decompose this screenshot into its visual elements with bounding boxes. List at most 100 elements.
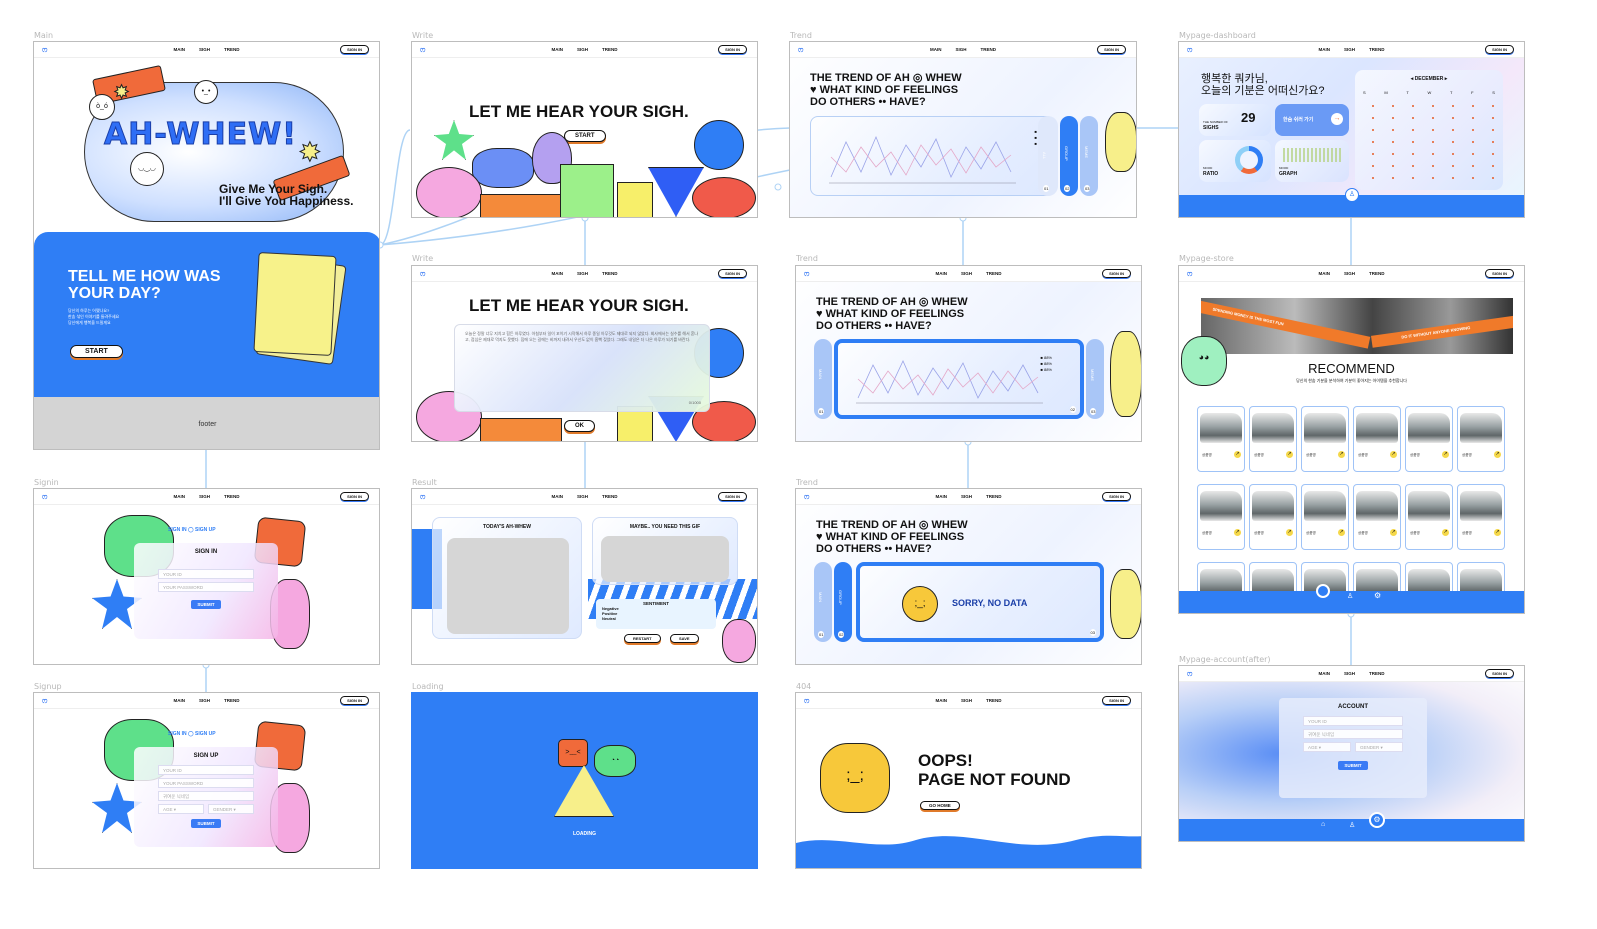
submit-button[interactable]: SUBMIT <box>191 819 221 828</box>
go-sigh-button[interactable]: 한숨 쉬러 가기 → <box>1275 104 1349 136</box>
start-button[interactable]: START <box>564 130 606 142</box>
sign-in-button[interactable]: SIGN IN <box>1097 45 1126 54</box>
nav-main[interactable]: MAIN <box>551 494 563 499</box>
tab-sign-in[interactable]: SIGN IN <box>168 731 187 737</box>
logo-icon[interactable]: ෆ <box>420 269 425 279</box>
sigh-textarea[interactable]: 오늘은 정말 너무 지치고 힘든 하루였다. 아침부터 일이 꼬이기 시작해서 … <box>454 324 710 412</box>
nickname-input[interactable]: 귀여운 닉네임 <box>158 791 254 801</box>
product-card[interactable]: 상품명 ↗ <box>1405 484 1453 550</box>
user-icon[interactable]: ♙ <box>1347 592 1353 600</box>
arrow-icon[interactable]: ↗ <box>1442 529 1449 536</box>
restart-button[interactable]: RESTART <box>624 634 661 643</box>
nav-trend[interactable]: TREND <box>1369 671 1385 676</box>
age-select[interactable]: AGE ▾ <box>158 804 204 814</box>
nav-main[interactable]: MAIN <box>935 698 947 703</box>
arrow-icon[interactable]: ↗ <box>1494 529 1501 536</box>
arrow-icon[interactable]: ↗ <box>1442 451 1449 458</box>
nav-sigh[interactable]: SIGH <box>1344 271 1355 276</box>
user-icon[interactable]: ♙ <box>1349 821 1355 829</box>
logo-icon[interactable]: ෆ <box>804 492 809 502</box>
sign-in-button[interactable]: SIGN IN <box>1485 45 1514 54</box>
nav-sigh[interactable]: SIGH <box>199 47 210 52</box>
logo-icon[interactable]: ෆ <box>804 269 809 279</box>
arrow-icon[interactable]: ↗ <box>1286 529 1293 536</box>
product-card[interactable]: 상품명 ↗ <box>1197 406 1245 472</box>
sign-in-button[interactable]: SIGN IN <box>1102 696 1131 705</box>
password-input[interactable]: YOUR PASSWORD <box>158 778 254 788</box>
sign-in-button[interactable]: SIGN IN <box>1102 492 1131 501</box>
nav-main[interactable]: MAIN <box>1318 671 1330 676</box>
calendar-grid[interactable] <box>1363 100 1495 180</box>
nav-sigh[interactable]: SIGH <box>961 494 972 499</box>
nav-trend[interactable]: TREND <box>986 271 1002 276</box>
sign-in-button[interactable]: SIGN IN <box>718 492 747 501</box>
gear-icon[interactable]: ⚙ <box>1374 591 1381 600</box>
logo-icon[interactable]: ෆ <box>42 696 47 706</box>
nickname-input[interactable]: 귀여운 닉네임 <box>1303 729 1403 739</box>
logo-icon[interactable]: ෆ <box>42 492 47 502</box>
logo-icon[interactable]: ෆ <box>1187 669 1192 679</box>
logo-icon[interactable]: ෆ <box>420 492 425 502</box>
nav-trend[interactable]: TREND <box>224 47 240 52</box>
logo-icon[interactable]: ෆ <box>798 45 803 55</box>
logo-icon[interactable]: ෆ <box>1187 45 1192 55</box>
nav-main[interactable]: MAIN <box>173 494 185 499</box>
nav-main[interactable]: MAIN <box>935 494 947 499</box>
sign-in-button[interactable]: SIGN IN <box>1485 669 1514 678</box>
arrow-icon[interactable]: ↗ <box>1494 451 1501 458</box>
nav-main[interactable]: MAIN <box>930 47 942 52</box>
tab-sign-up[interactable]: SIGN UP <box>195 527 216 533</box>
go-home-button[interactable]: GO HOME <box>920 801 960 810</box>
product-card[interactable]: 상품명 ↗ <box>1249 406 1297 472</box>
arrow-icon[interactable]: ↗ <box>1234 451 1241 458</box>
product-card[interactable]: 상품명 ↗ <box>1405 406 1453 472</box>
arrow-icon[interactable]: ↗ <box>1390 451 1397 458</box>
product-card[interactable]: 상품명 ↗ <box>1301 406 1349 472</box>
nav-sigh[interactable]: SIGH <box>577 271 588 276</box>
sign-in-button[interactable]: SIGN IN <box>340 696 369 705</box>
sign-in-button[interactable]: SIGN IN <box>340 492 369 501</box>
sign-in-button[interactable]: SIGN IN <box>1102 269 1131 278</box>
save-button[interactable]: SAVE <box>670 634 699 643</box>
nav-main[interactable]: MAIN <box>551 271 563 276</box>
start-button[interactable]: START <box>70 345 123 358</box>
nav-main[interactable]: MAIN <box>935 271 947 276</box>
nav-sigh[interactable]: SIGH <box>1344 47 1355 52</box>
tab-group[interactable]: GROUP 02 <box>834 562 852 642</box>
nav-main[interactable]: MAIN <box>1318 271 1330 276</box>
tab-main[interactable]: MAIN 01 <box>814 339 832 419</box>
gender-select[interactable]: GENDER ▾ <box>1355 742 1403 752</box>
logo-icon[interactable]: ෆ <box>1187 269 1192 279</box>
nav-sigh[interactable]: SIGH <box>1344 671 1355 676</box>
product-card[interactable]: 상품명 ↗ <box>1457 484 1505 550</box>
password-input[interactable]: YOUR PASSWORD <box>158 582 254 592</box>
arrow-icon[interactable]: ↗ <box>1338 451 1345 458</box>
sign-in-button[interactable]: SIGN IN <box>718 269 747 278</box>
nav-main[interactable]: MAIN <box>551 47 563 52</box>
nav-trend[interactable]: TREND <box>602 494 618 499</box>
nav-sigh[interactable]: SIGH <box>955 47 966 52</box>
nav-trend[interactable]: TREND <box>981 47 997 52</box>
id-input[interactable]: YOUR ID <box>158 765 254 775</box>
nav-trend[interactable]: TREND <box>224 494 240 499</box>
logo-icon[interactable]: ෆ <box>42 45 47 55</box>
age-select[interactable]: AGE ▾ <box>1303 742 1351 752</box>
dashboard-nav-icon[interactable]: ⌂ <box>1321 821 1325 828</box>
nav-sigh[interactable]: SIGH <box>199 698 210 703</box>
tab-main[interactable]: MAIN 01 <box>814 562 832 642</box>
id-input[interactable]: YOUR ID <box>158 569 254 579</box>
product-card[interactable]: 상품명 ↗ <box>1301 484 1349 550</box>
user-icon[interactable]: ♙ <box>1345 188 1359 202</box>
product-card[interactable]: 상품명 ↗ <box>1353 406 1401 472</box>
tab-meme[interactable]: MEME 03 <box>1080 116 1098 196</box>
nav-sigh[interactable]: SIGH <box>199 494 210 499</box>
nav-trend[interactable]: TREND <box>1369 47 1385 52</box>
nav-sigh[interactable]: SIGH <box>577 494 588 499</box>
submit-button[interactable]: SUBMIT <box>1338 761 1368 770</box>
tab-group[interactable]: GROUP 02 <box>1060 116 1078 196</box>
arrow-icon[interactable]: ↗ <box>1286 451 1293 458</box>
auth-toggle[interactable]: SIGN IN ◯ SIGN UP <box>168 527 216 533</box>
nav-sigh[interactable]: SIGH <box>961 271 972 276</box>
ok-button[interactable]: OK <box>564 420 595 432</box>
nav-trend[interactable]: TREND <box>602 271 618 276</box>
